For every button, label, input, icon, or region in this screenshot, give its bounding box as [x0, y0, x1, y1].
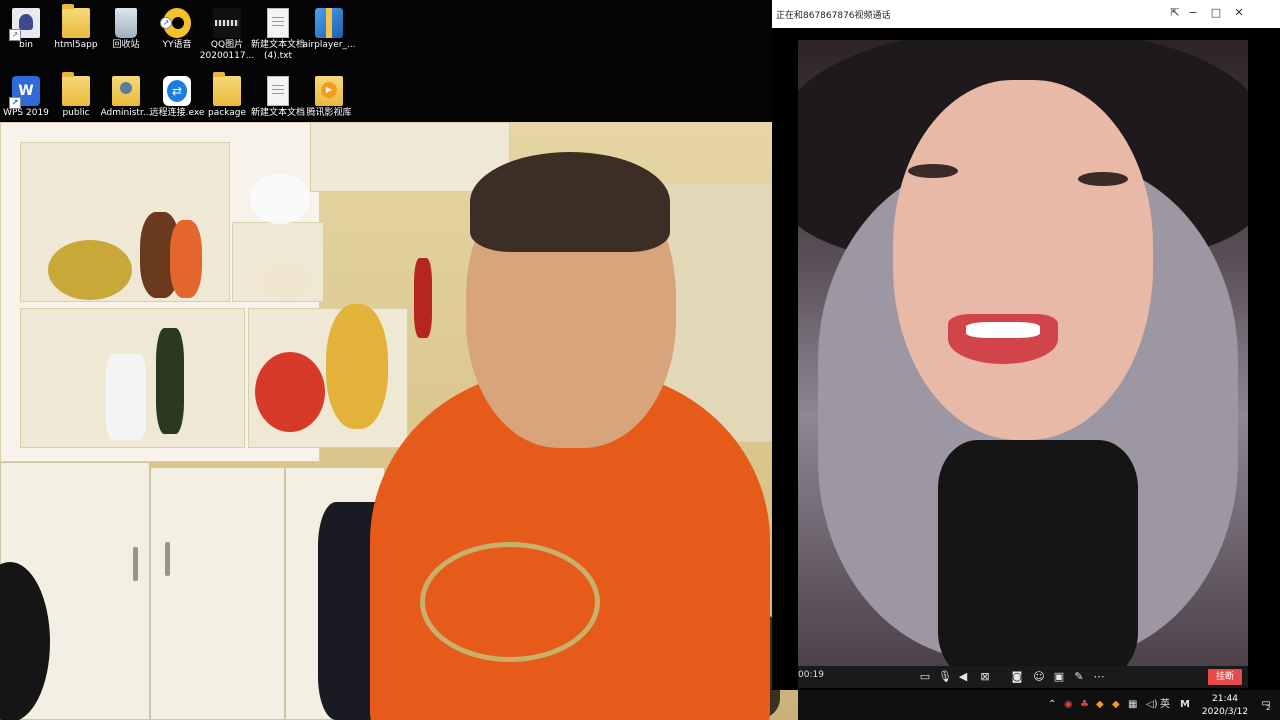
text-file-icon — [267, 76, 289, 106]
red-hat-decor — [255, 352, 325, 432]
desktop: bin html5app 回收站 YY语音 QQ图片 20200117... 新… — [0, 0, 1280, 720]
speaker-icon[interactable]: ◀ — [956, 670, 970, 684]
effects-icon[interactable]: ☺ — [1032, 670, 1046, 684]
durian-decor — [48, 240, 132, 300]
desktop-icon-label: YY语音 — [162, 40, 192, 50]
minimize-icon[interactable]: − — [1184, 4, 1202, 22]
whiteboard-icon[interactable]: ✎ — [1072, 670, 1086, 684]
remote-eye — [908, 164, 958, 178]
screen-share-icon[interactable]: ▣ — [1052, 670, 1066, 684]
microphone-icon[interactable]: 🎙 — [938, 670, 952, 684]
video-call-window: 正在和867867876视频通话 ⇱ − □ ✕ 00:19 ▭ 🎙 ◀ ⊠ ◙… — [772, 0, 1280, 690]
folder-icon — [62, 72, 90, 106]
hangup-button[interactable]: 挂断 — [1208, 669, 1242, 685]
chat-icon[interactable]: ▭ — [918, 670, 932, 684]
user-folder-icon — [112, 76, 140, 106]
shirt-print — [420, 542, 600, 662]
pin-icon[interactable]: ⇱ — [1166, 4, 1184, 22]
remote-eye — [1078, 172, 1128, 186]
volume-icon[interactable]: ◁) — [1146, 698, 1158, 712]
camera-off-icon[interactable]: ⊠ — [978, 670, 992, 684]
desktop-icon-label: QQ图片 20200117... — [199, 40, 255, 61]
clock-time[interactable]: 21:44 — [1205, 694, 1245, 704]
folder-icon — [62, 4, 90, 38]
show-hidden-icons-icon[interactable]: ⌃ — [1048, 698, 1056, 712]
text-file-icon — [267, 8, 289, 38]
doll-decor — [170, 220, 202, 298]
desktop-icon-yy[interactable]: YY语音 — [151, 4, 203, 66]
desktop-icon-recycle-bin[interactable]: 回收站 — [100, 4, 152, 66]
remote-teeth — [966, 322, 1040, 338]
desktop-icon-label: package — [208, 108, 246, 118]
megaphone-decor — [106, 354, 146, 440]
app-icon[interactable]: ♣ — [1080, 698, 1089, 712]
teamviewer-icon — [163, 76, 191, 106]
gourd-decor — [326, 304, 388, 429]
image-file-icon — [213, 8, 241, 38]
desktop-icon-bin[interactable]: bin — [0, 4, 52, 66]
local-camera-feed — [0, 122, 798, 720]
cabinet-handle — [165, 542, 170, 576]
remote-face — [893, 80, 1153, 440]
cabinet-handle — [133, 547, 138, 581]
desktop-icon-html5app[interactable]: html5app — [50, 4, 102, 66]
bin-folder-icon — [9, 8, 40, 41]
call-timer: 00:19 — [798, 670, 824, 680]
desktop-icon-label: bin — [19, 40, 33, 50]
desktop-icon-label: public — [62, 108, 90, 118]
app-icon[interactable]: ◆ — [1096, 698, 1104, 712]
maximize-icon[interactable]: □ — [1207, 4, 1225, 22]
recycle-bin-icon — [115, 8, 137, 38]
desktop-icon-label: 回收站 — [112, 40, 140, 50]
notification-count: 2 — [1266, 704, 1271, 712]
desktop-icon-label: html5app — [54, 40, 98, 50]
desktop-icon-label: airplayer_... — [302, 40, 356, 50]
wps-icon: W — [9, 76, 40, 109]
network-icon[interactable]: ▦ — [1128, 698, 1137, 712]
yy-voice-icon — [160, 8, 191, 38]
fox-mask-decor — [250, 174, 310, 224]
folder-icon — [213, 72, 241, 106]
desktop-icon-text4[interactable]: 新建文本文档 (4).txt — [251, 4, 306, 66]
security-icon[interactable]: ◉ — [1064, 698, 1073, 712]
person-hair — [470, 152, 670, 252]
close-icon[interactable]: ✕ — [1230, 4, 1248, 22]
desktop-icon-label: 新建文本文档 (4).txt — [251, 40, 306, 61]
call-title: 正在和867867876视频通话 — [776, 10, 891, 21]
desktop-icon-airplayer[interactable]: airplayer_... — [302, 4, 356, 66]
remote-video-feed — [798, 40, 1248, 666]
screenshot-icon[interactable]: ◙ — [1010, 670, 1024, 684]
app-icon[interactable]: ◆ — [1112, 698, 1120, 712]
desktop-icon-label: WPS 2019 — [3, 108, 49, 118]
taskbar: ⌃ ◉ ♣ ◆ ◆ ▦ ◁) 英 M 21:44 2020/3/12 ▭ 2 — [798, 690, 1280, 720]
desktop-icon-label: Administr... — [100, 108, 152, 118]
desktop-icon-label: 腾讯影视库 — [306, 108, 352, 118]
more-icon[interactable]: ⋯ — [1092, 670, 1106, 684]
ime-mode-indicator[interactable]: M — [1180, 698, 1190, 712]
call-titlebar[interactable]: 正在和867867876视频通话 ⇱ − □ ✕ — [772, 0, 1280, 28]
desktop-icon-label: 新建文本文档 — [251, 108, 306, 118]
lucky-cats-decor — [258, 262, 314, 300]
tube-decor — [414, 258, 432, 338]
archive-icon — [315, 8, 343, 38]
clock-date[interactable]: 2020/3/12 — [1197, 707, 1253, 717]
desktop-icon-label: 远程连接.exe — [149, 108, 205, 118]
tencent-video-icon — [315, 76, 343, 106]
remote-jacket — [938, 440, 1138, 666]
ime-indicator[interactable]: 英 — [1160, 698, 1170, 712]
desktop-icon-qq-image[interactable]: QQ图片 20200117... — [199, 4, 255, 66]
bottle-decor — [156, 328, 184, 434]
call-control-bar: 00:19 ▭ 🎙 ◀ ⊠ ◙ ☺ ▣ ✎ ⋯ 挂断 — [798, 666, 1248, 688]
cabinet-door — [150, 467, 285, 720]
